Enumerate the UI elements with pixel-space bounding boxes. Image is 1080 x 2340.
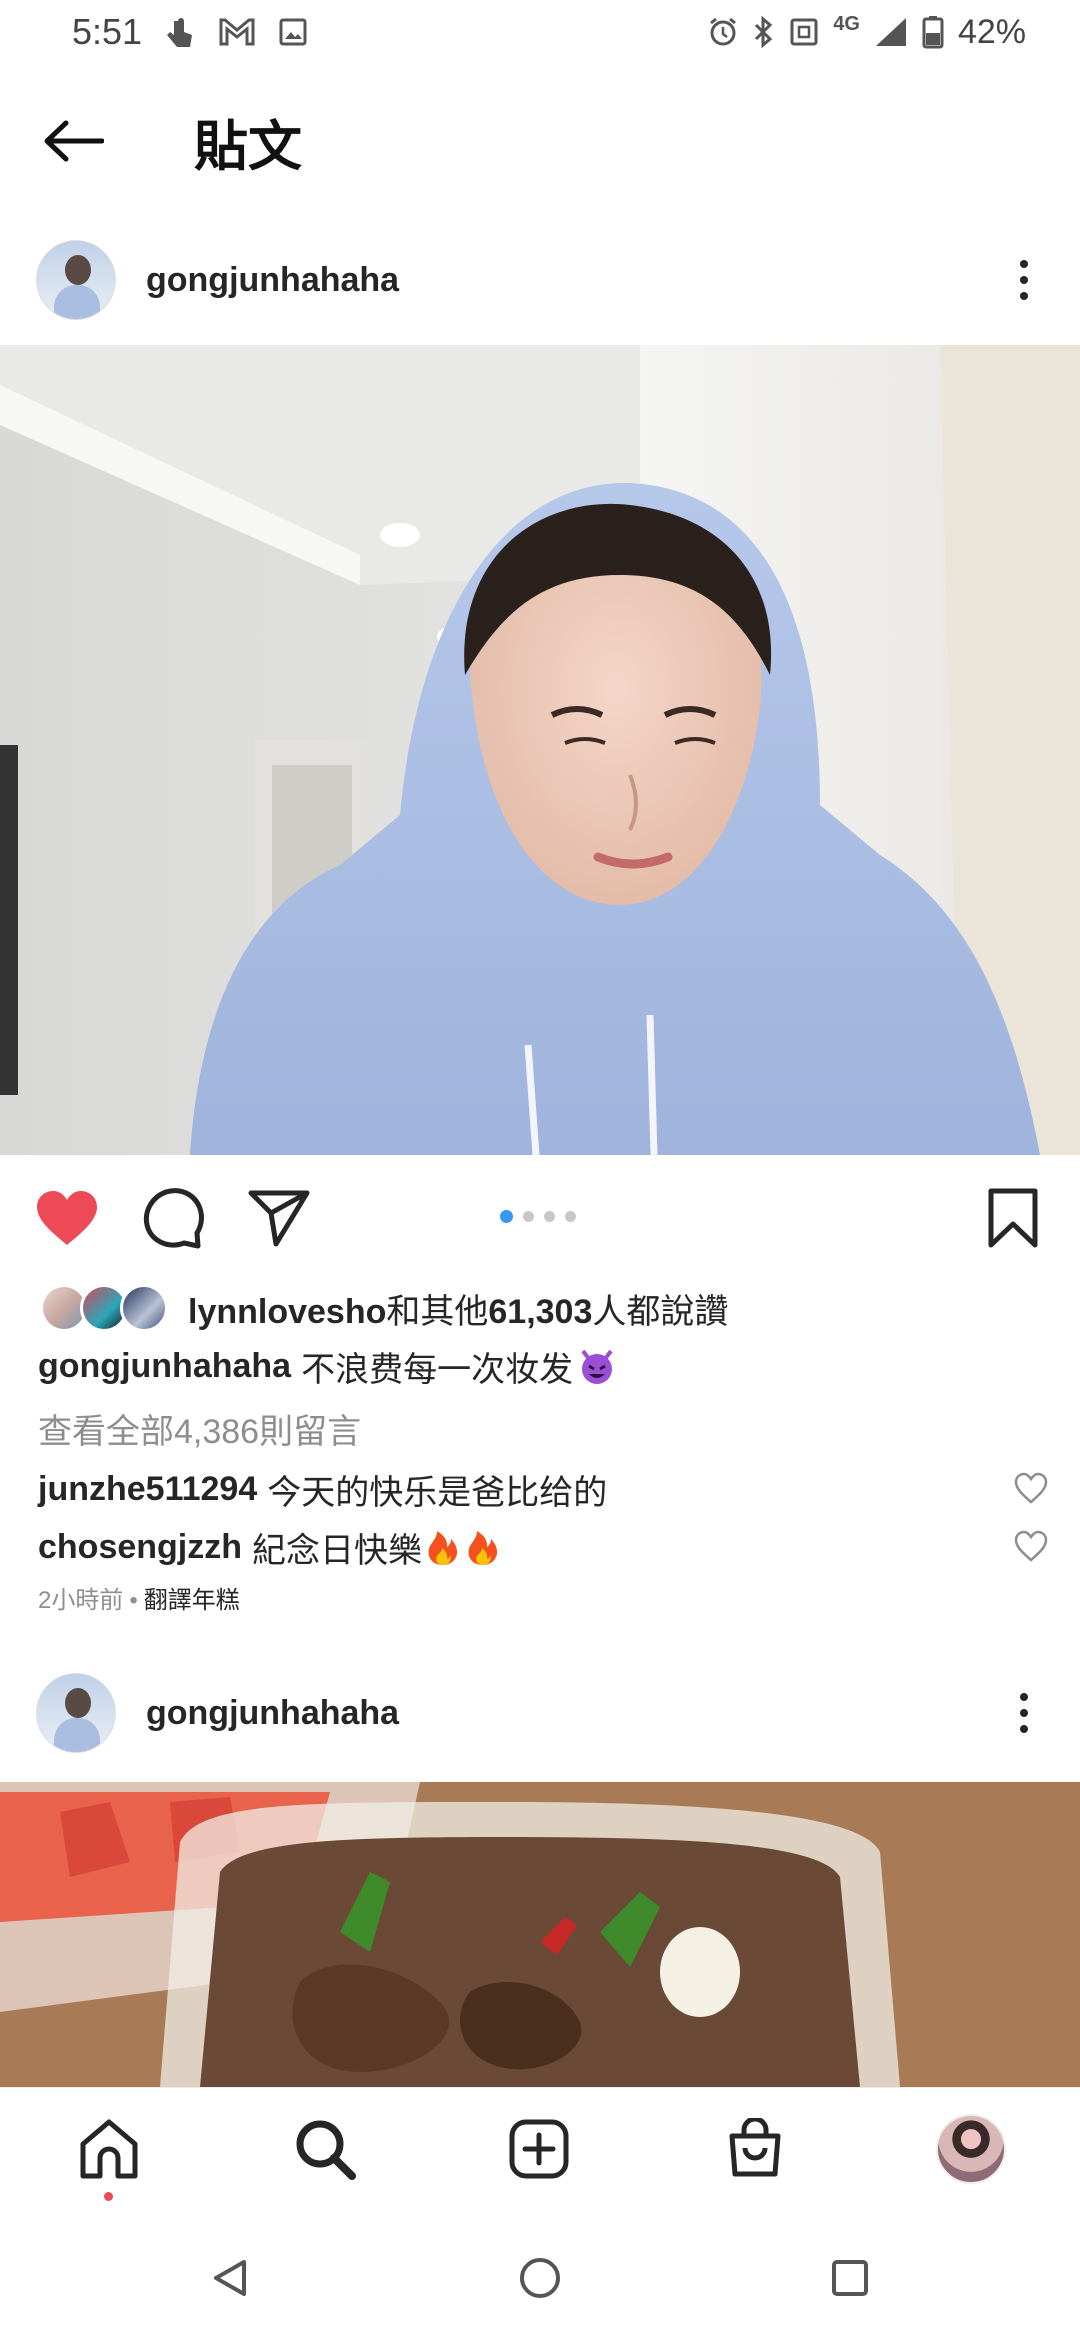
- post-username[interactable]: gongjunhahaha: [146, 261, 399, 300]
- profile-avatar: [936, 2114, 1006, 2184]
- comment-username[interactable]: chosengjzzh: [38, 1528, 242, 1567]
- like-button[interactable]: [34, 1185, 100, 1251]
- liker-avatar: [120, 1284, 168, 1332]
- post-actions: [0, 1165, 1080, 1265]
- post-caption: gongjunhahaha 不浪费每一次妆发: [38, 1342, 617, 1391]
- comment-text: 紀念日快樂: [252, 1531, 423, 1570]
- avatar[interactable]: [36, 1673, 116, 1753]
- post-meta: 2小時前 • 翻譯年糕: [38, 1580, 240, 1615]
- fire-emoji-icon: [468, 1531, 498, 1565]
- post-photo: [0, 1782, 1080, 2087]
- bottom-nav: [0, 2087, 1080, 2213]
- post-image[interactable]: [0, 345, 1080, 1155]
- app-header: 貼文: [0, 86, 1080, 196]
- more-options-button[interactable]: [1004, 250, 1044, 310]
- add-post-icon: [509, 2119, 569, 2179]
- status-time: 5:51: [72, 11, 143, 52]
- alarm-icon: [710, 17, 737, 46]
- post-username[interactable]: gongjunhahaha: [146, 1694, 399, 1733]
- more-vertical-icon: [1020, 1693, 1028, 1701]
- smiling-devil-emoji-icon: [581, 1349, 613, 1384]
- comment-bubble-icon: [143, 1188, 204, 1249]
- page-title: 貼文: [194, 116, 302, 177]
- likes-middle: 和其他: [386, 1292, 489, 1331]
- network-type: 4G: [833, 12, 860, 35]
- comment-button[interactable]: [140, 1185, 206, 1251]
- nav-profile[interactable]: [936, 2114, 1006, 2184]
- likes-summary[interactable]: lynnlovesho和其他61,303人都說讚: [188, 1284, 728, 1333]
- battery-icon: [922, 16, 944, 49]
- liker-avatars: [40, 1282, 176, 1334]
- share-button[interactable]: [246, 1185, 312, 1251]
- comment-text: 今天的快乐是爸比给的: [267, 1473, 608, 1512]
- square-recents-icon: [832, 2260, 868, 2296]
- comment-like-heart-icon[interactable]: [1014, 1530, 1048, 1564]
- save-button[interactable]: [980, 1185, 1046, 1251]
- notification-dot: [104, 2192, 113, 2201]
- arrow-left-icon: [44, 120, 104, 162]
- search-icon: [296, 2120, 356, 2180]
- gmail-icon: [219, 18, 255, 46]
- likes-suffix: 人都說讚: [592, 1292, 729, 1331]
- liker-username[interactable]: lynnlovesho: [188, 1293, 386, 1331]
- comment-like-heart-icon[interactable]: [1014, 1472, 1048, 1506]
- status-bar: 5:51 4G 42%: [0, 0, 1080, 64]
- more-options-button[interactable]: [1004, 1683, 1044, 1743]
- comment-item: chosengjzzh 紀念日快樂: [38, 1518, 1048, 1576]
- nav-shop[interactable]: [720, 2114, 790, 2184]
- bookmark-icon: [988, 1188, 1038, 1248]
- caption-username[interactable]: gongjunhahaha: [38, 1347, 291, 1386]
- nav-search[interactable]: [290, 2114, 360, 2184]
- bluetooth-icon: [755, 16, 773, 48]
- heart-filled-icon: [37, 1191, 97, 1245]
- likes-count: 61,303: [488, 1292, 593, 1331]
- status-right: 4G 42%: [707, 13, 1026, 52]
- translate-link[interactable]: 翻譯年糕: [144, 1587, 240, 1614]
- shop-icon: [729, 2118, 781, 2177]
- carousel-indicator: [500, 1210, 576, 1223]
- comment-item: junzhe511294 今天的快乐是爸比给的: [38, 1460, 1048, 1518]
- system-recents-button[interactable]: [825, 2253, 875, 2303]
- triangle-back-icon: [214, 2260, 246, 2296]
- nav-create[interactable]: [504, 2114, 574, 2184]
- caption-text: 不浪费每一次妆发: [301, 1351, 574, 1389]
- paper-plane-icon: [248, 1190, 310, 1247]
- system-home-button[interactable]: [515, 2253, 565, 2303]
- meta-separator: •: [129, 1587, 138, 1614]
- back-button[interactable]: [38, 106, 108, 176]
- nfc-icon: [790, 18, 818, 46]
- carousel-dot-active: [500, 1210, 513, 1223]
- post-header: gongjunhahaha: [0, 1658, 1080, 1768]
- status-left: 5:51: [72, 11, 308, 53]
- touch-icon: [167, 18, 193, 47]
- gallery-icon: [279, 18, 307, 46]
- circle-home-icon: [520, 2258, 560, 2298]
- home-icon: [80, 2119, 138, 2179]
- system-back-button[interactable]: [205, 2253, 255, 2303]
- likes-row[interactable]: lynnlovesho和其他61,303人都說讚: [40, 1278, 728, 1338]
- post-time: 2小時前: [38, 1587, 124, 1614]
- comment-username[interactable]: junzhe511294: [38, 1470, 257, 1509]
- carousel-dot: [565, 1211, 576, 1222]
- fire-emoji-icon: [428, 1531, 458, 1565]
- post-header: gongjunhahaha: [0, 225, 1080, 335]
- post-photo: [0, 345, 1080, 1155]
- signal-icon: [875, 18, 906, 46]
- nav-home[interactable]: [74, 2114, 144, 2184]
- more-vertical-icon: [1020, 260, 1028, 268]
- battery-percent: 42%: [957, 12, 1026, 51]
- system-nav-bar: [0, 2213, 1080, 2340]
- carousel-dot: [544, 1211, 555, 1222]
- avatar[interactable]: [36, 240, 116, 320]
- view-all-comments-link[interactable]: 查看全部4,386則留言: [38, 1404, 361, 1453]
- post-image[interactable]: [0, 1782, 1080, 2087]
- carousel-dot: [523, 1211, 534, 1222]
